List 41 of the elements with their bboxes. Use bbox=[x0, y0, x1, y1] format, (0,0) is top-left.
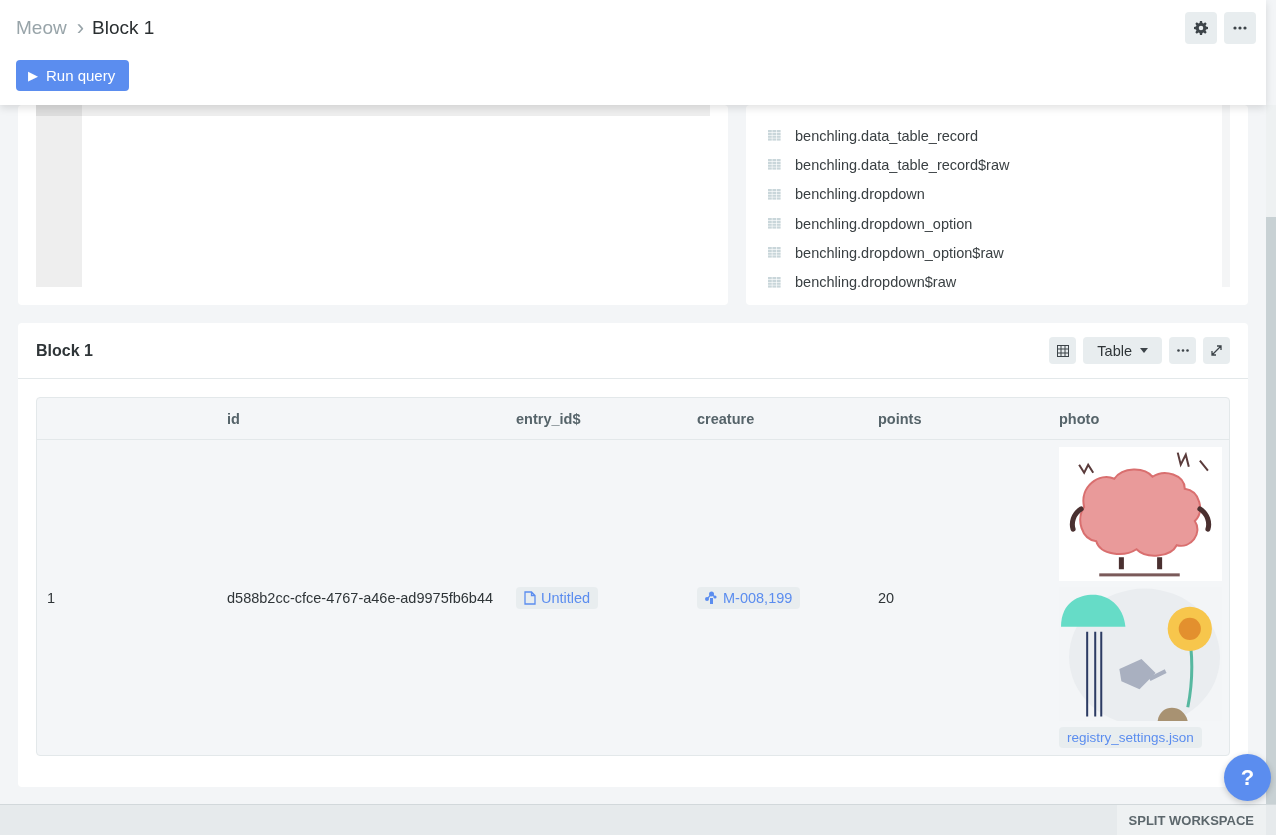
column-header[interactable]: points bbox=[878, 410, 922, 427]
run-query-button[interactable]: ▶ Run query bbox=[16, 60, 130, 91]
view-dropdown[interactable]: Table bbox=[1083, 337, 1162, 364]
schema-table-item[interactable]: benchling.dropdown_option bbox=[795, 215, 973, 232]
table-view-button[interactable] bbox=[1049, 337, 1077, 364]
grid-icon bbox=[1056, 344, 1069, 357]
schema-table-item[interactable]: benchling.dropdown bbox=[795, 186, 925, 203]
caret-icon bbox=[1140, 348, 1148, 353]
settings-icon bbox=[1194, 21, 1208, 35]
schema-table-item[interactable]: benchling.dropdown$raw bbox=[795, 274, 957, 291]
scrollbar-thumb[interactable] bbox=[1266, 217, 1276, 805]
more-icon bbox=[1176, 349, 1189, 352]
schema-table-item[interactable]: benchling.data_table_record$raw bbox=[795, 156, 1010, 173]
column-header[interactable]: photo bbox=[1059, 410, 1100, 427]
more-button[interactable] bbox=[1169, 337, 1196, 364]
table-cell: d588b2cc-cfce-4767-a46e-ad9975fb6b44 bbox=[227, 589, 494, 606]
more-icon bbox=[1233, 26, 1247, 30]
table-icon bbox=[768, 218, 781, 230]
column-header[interactable]: entry_id$ bbox=[516, 410, 581, 427]
document-icon bbox=[524, 590, 536, 605]
more-button[interactable] bbox=[1224, 12, 1256, 44]
expand-icon bbox=[1211, 345, 1222, 356]
table-icon bbox=[768, 276, 781, 288]
block-title: Block 1 bbox=[36, 341, 93, 360]
table-icon bbox=[768, 159, 781, 171]
expand-button[interactable] bbox=[1203, 337, 1230, 364]
scrollbar-track[interactable] bbox=[1222, 105, 1230, 287]
row-number: 1 bbox=[47, 589, 56, 606]
table-icon bbox=[768, 247, 781, 259]
settings-button[interactable] bbox=[1185, 12, 1217, 44]
column-header[interactable]: id bbox=[227, 410, 240, 427]
table-cell: 20 bbox=[878, 589, 895, 606]
schema-table-item[interactable]: benchling.dropdown_option$raw bbox=[795, 244, 1004, 261]
page-title: Block 1 bbox=[92, 17, 155, 39]
molecule-icon bbox=[705, 591, 718, 604]
column-header[interactable]: creature bbox=[697, 410, 755, 427]
breadcrumb-separator: › bbox=[76, 15, 84, 41]
schema-table-item[interactable]: benchling.data_table_record bbox=[795, 127, 978, 144]
split-workspace-button[interactable]: SPLIT WORKSPACE bbox=[1116, 805, 1266, 835]
table-icon bbox=[768, 130, 781, 142]
table-icon bbox=[768, 188, 781, 200]
